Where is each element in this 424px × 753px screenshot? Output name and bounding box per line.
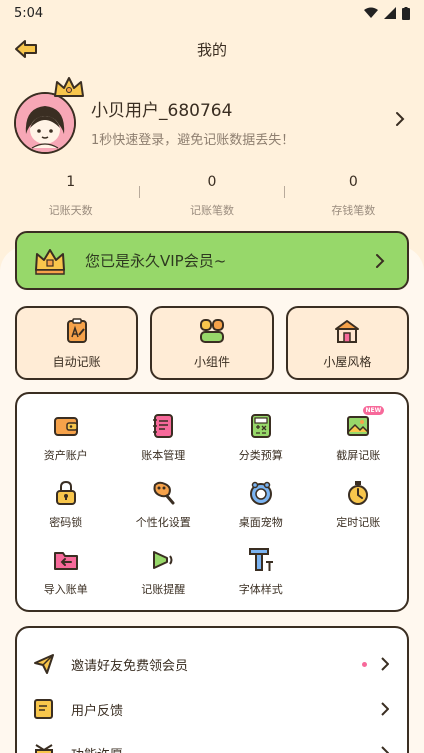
screenshot-icon bbox=[347, 416, 370, 436]
feature-label: 密码锁 bbox=[49, 516, 83, 529]
avatar-face-icon bbox=[16, 94, 74, 152]
back-arrow-icon[interactable] bbox=[14, 38, 38, 60]
quick-widget[interactable]: 小组件 bbox=[150, 306, 274, 380]
feature-ledger-manage[interactable]: 账本管理 bbox=[115, 412, 213, 463]
chevron-right-icon bbox=[381, 746, 389, 753]
megaphone-icon bbox=[153, 551, 173, 569]
feature-label: 导入账单 bbox=[43, 583, 88, 596]
stat-label: 记账笔数 bbox=[189, 204, 234, 217]
feature-label: 账本管理 bbox=[141, 449, 186, 462]
feature-screenshot-record[interactable]: NEW 截屏记账 bbox=[310, 406, 408, 463]
feature-personalization[interactable]: 个性化设置 bbox=[115, 479, 213, 530]
chevron-right-icon bbox=[381, 702, 389, 716]
quick-label: 自动记账 bbox=[52, 354, 101, 369]
profile-row[interactable]: 小贝用户_680764 1秒快速登录，避免记账数据丢失！ bbox=[14, 77, 410, 160]
list-label: 用户反馈 bbox=[71, 703, 124, 719]
stats-row: 1 记账天数 0 记账笔数 0 存钱笔数 bbox=[0, 174, 424, 218]
wish-icon bbox=[35, 744, 53, 753]
header: 我的 bbox=[0, 30, 424, 68]
feature-label: 定时记账 bbox=[336, 516, 381, 529]
paint-icon bbox=[153, 481, 175, 505]
vip-text: 您已是永久VIP会员~ bbox=[85, 252, 227, 270]
font-icon bbox=[248, 548, 273, 571]
feature-label: 截屏记账 bbox=[336, 449, 381, 462]
new-badge: NEW bbox=[362, 406, 385, 415]
status-bar: 5:04 bbox=[0, 0, 424, 26]
page-title: 我的 bbox=[196, 40, 227, 59]
stat-divider bbox=[139, 186, 140, 198]
username: 小贝用户_680764 bbox=[91, 101, 233, 121]
feature-label: 记账提醒 bbox=[141, 583, 186, 596]
feature-desktop-pet[interactable]: 桌面宠物 bbox=[212, 479, 310, 530]
feature-scheduled-record[interactable]: 定时记账 bbox=[310, 479, 408, 530]
quick-label: 小组件 bbox=[193, 354, 230, 369]
feature-category-budget[interactable]: 分类预算 bbox=[212, 412, 310, 463]
crown-icon bbox=[54, 77, 84, 97]
feature-grid-card: 资产账户 账本管理 分类预算 NEW 截屏记账 密码锁 个性化设置 桌面宠物 定… bbox=[15, 392, 409, 612]
stat-label: 存钱笔数 bbox=[331, 204, 376, 217]
list-label: 邀请好友免费领会员 bbox=[71, 658, 189, 674]
signal-icon bbox=[384, 7, 396, 19]
lock-icon bbox=[55, 480, 76, 505]
feature-record-reminder[interactable]: 记账提醒 bbox=[115, 546, 213, 597]
quick-auto-bookkeeping[interactable]: 自动记账 bbox=[15, 306, 139, 380]
stat-divider bbox=[284, 186, 285, 198]
quick-label: 小屋风格 bbox=[323, 354, 372, 369]
feature-font-style[interactable]: 字体样式 bbox=[212, 546, 310, 597]
notification-dot bbox=[362, 662, 367, 667]
quick-actions: 自动记账 小组件 小屋风格 bbox=[15, 306, 409, 380]
battery-icon bbox=[402, 6, 410, 20]
stat-record-days: 1 记账天数 bbox=[0, 174, 141, 218]
stat-record-count: 0 记账笔数 bbox=[141, 174, 282, 218]
list-invite-friends[interactable]: 邀请好友免费领会员 bbox=[17, 642, 407, 686]
wallet-icon bbox=[53, 417, 78, 436]
list-label: 功能许愿 bbox=[71, 744, 123, 753]
feature-password-lock[interactable]: 密码锁 bbox=[17, 479, 115, 530]
feature-label: 桌面宠物 bbox=[238, 516, 283, 529]
list-feedback[interactable]: 用户反馈 bbox=[17, 687, 407, 731]
feature-label: 资产账户 bbox=[43, 449, 88, 462]
feature-grid: 资产账户 账本管理 分类预算 NEW 截屏记账 密码锁 个性化设置 桌面宠物 定… bbox=[17, 406, 408, 597]
stat-value: 0 bbox=[207, 174, 217, 190]
settings-list-card: 邀请好友免费领会员 用户反馈 功能许愿 bbox=[15, 626, 409, 753]
login-hint: 1秒快速登录，避免记账数据丢失！ bbox=[91, 133, 295, 148]
widget-icon bbox=[199, 318, 224, 343]
feature-label: 字体样式 bbox=[238, 583, 283, 596]
feature-asset-accounts[interactable]: 资产账户 bbox=[17, 412, 115, 463]
paper-plane-icon bbox=[34, 654, 54, 674]
stat-value: 1 bbox=[66, 174, 76, 190]
calculator-icon bbox=[250, 414, 271, 438]
timer-icon bbox=[348, 481, 369, 505]
import-folder-icon bbox=[53, 552, 78, 570]
status-icons bbox=[364, 6, 410, 20]
list-feature-wish[interactable]: 功能许愿 bbox=[17, 731, 407, 753]
house-style-icon bbox=[335, 319, 360, 343]
stat-label: 记账天数 bbox=[48, 204, 93, 217]
feature-import-bills[interactable]: 导入账单 bbox=[17, 546, 115, 597]
chevron-right-icon bbox=[376, 254, 385, 268]
feature-label: 个性化设置 bbox=[135, 516, 191, 529]
stat-savings-count: 0 存钱笔数 bbox=[283, 174, 424, 218]
feature-label: 分类预算 bbox=[238, 449, 283, 462]
vip-crown-icon bbox=[35, 248, 65, 275]
vip-banner[interactable]: 您已是永久VIP会员~ bbox=[15, 231, 409, 290]
wifi-icon bbox=[364, 7, 378, 18]
notebook-icon bbox=[153, 414, 174, 438]
status-time: 5:04 bbox=[14, 5, 44, 21]
feedback-icon bbox=[34, 699, 53, 719]
auto-bookkeeping-icon bbox=[66, 317, 87, 343]
chevron-right-icon bbox=[381, 657, 389, 671]
pet-icon bbox=[249, 481, 272, 505]
stat-value: 0 bbox=[348, 174, 358, 190]
chevron-right-icon bbox=[396, 112, 405, 126]
quick-house-style[interactable]: 小屋风格 bbox=[285, 306, 409, 380]
